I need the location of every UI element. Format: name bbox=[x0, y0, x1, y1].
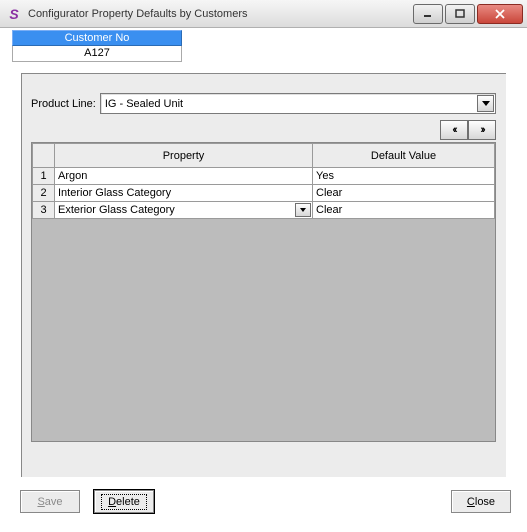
col-header-property[interactable]: Property bbox=[55, 144, 313, 168]
save-button: Save bbox=[20, 490, 80, 513]
maximize-button[interactable] bbox=[445, 4, 475, 24]
col-header-value[interactable]: Default Value bbox=[313, 144, 495, 168]
bottom-bar: Save Delete Close bbox=[0, 488, 527, 521]
grid[interactable]: Property Default Value 1ArgonYes2Interio… bbox=[31, 142, 496, 442]
value-cell[interactable]: Clear bbox=[313, 185, 495, 202]
row-number: 1 bbox=[33, 168, 55, 185]
chevron-down-icon[interactable] bbox=[295, 203, 311, 217]
close-button[interactable]: Close bbox=[451, 490, 511, 513]
property-text: Exterior Glass Category bbox=[58, 204, 295, 216]
delete-button[interactable]: Delete bbox=[94, 490, 154, 513]
row-number: 2 bbox=[33, 185, 55, 202]
close-window-button[interactable] bbox=[477, 4, 523, 24]
minimize-button[interactable] bbox=[413, 4, 443, 24]
product-line-label: Product Line: bbox=[31, 98, 96, 110]
next-button[interactable]: ›› bbox=[468, 120, 496, 140]
value-cell[interactable]: Yes bbox=[313, 168, 495, 185]
grid-corner bbox=[33, 144, 55, 168]
customer-no-value: A127 bbox=[12, 46, 182, 62]
property-cell[interactable]: Argon bbox=[55, 168, 313, 185]
property-cell[interactable]: Exterior Glass Category bbox=[55, 202, 313, 219]
main-panel: Product Line: IG - Sealed Unit ‹‹ ›› Pro… bbox=[20, 72, 507, 478]
table-row[interactable]: 1ArgonYes bbox=[33, 168, 495, 185]
row-number: 3 bbox=[33, 202, 55, 219]
table-row[interactable]: 3Exterior Glass Category Clear bbox=[33, 202, 495, 219]
table-row[interactable]: 2Interior Glass CategoryClear bbox=[33, 185, 495, 202]
title-bar: S Configurator Property Defaults by Cust… bbox=[0, 0, 527, 28]
chevron-down-icon[interactable] bbox=[477, 95, 494, 112]
app-icon: S bbox=[6, 6, 22, 22]
property-cell[interactable]: Interior Glass Category bbox=[55, 185, 313, 202]
product-line-combo[interactable]: IG - Sealed Unit bbox=[100, 93, 496, 114]
customer-no-header: Customer No bbox=[12, 30, 182, 46]
customer-strip: Customer No A127 bbox=[0, 28, 527, 64]
prev-button[interactable]: ‹‹ bbox=[440, 120, 468, 140]
window-title: Configurator Property Defaults by Custom… bbox=[28, 8, 411, 20]
product-line-value: IG - Sealed Unit bbox=[101, 98, 477, 110]
value-cell[interactable]: Clear bbox=[313, 202, 495, 219]
